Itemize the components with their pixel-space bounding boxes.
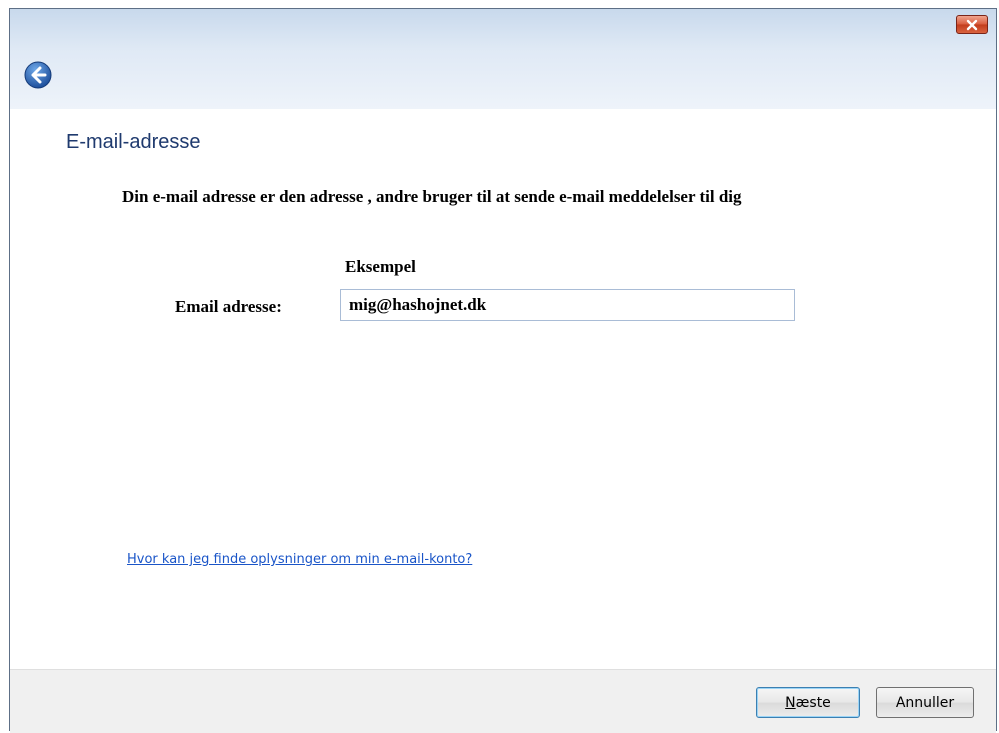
next-button-label: Næste xyxy=(785,694,831,711)
example-label: Eksempel xyxy=(345,257,416,276)
next-button[interactable]: Næste xyxy=(756,687,860,718)
cancel-button[interactable]: Annuller xyxy=(876,687,974,718)
back-button[interactable] xyxy=(24,61,52,89)
email-address-label: Email adresse: xyxy=(175,297,282,316)
close-icon xyxy=(966,19,978,30)
page-title: E-mail-adresse xyxy=(66,131,201,153)
help-link[interactable]: Hvor kan jeg finde oplysninger om min e-… xyxy=(127,552,472,567)
cancel-button-label: Annuller xyxy=(895,694,955,711)
description-text: Din e-mail adresse er den adresse , andr… xyxy=(122,187,742,206)
title-bar xyxy=(10,9,996,109)
button-bar: Næste Annuller xyxy=(10,669,996,733)
back-arrow-icon xyxy=(24,61,52,89)
email-address-input[interactable]: mig@hashojnet.dk xyxy=(340,289,795,321)
email-address-value: mig@hashojnet.dk xyxy=(349,295,487,314)
close-button[interactable] xyxy=(956,15,988,34)
wizard-content: E-mail-adresse Din e-mail adresse er den… xyxy=(10,109,996,669)
dialog-window: E-mail-adresse Din e-mail adresse er den… xyxy=(9,8,997,733)
